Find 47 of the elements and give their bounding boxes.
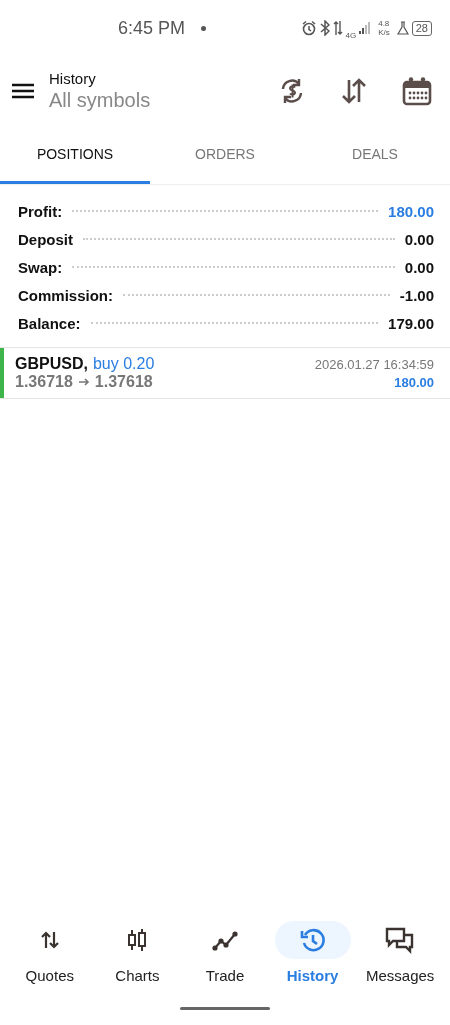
status-time: 6:45 PM <box>118 17 186 39</box>
summary-label: Deposit <box>18 230 73 248</box>
nav-item[interactable]: Charts <box>93 915 182 991</box>
open-price: 1.36718 <box>15 373 73 391</box>
summary-value: 0.00 <box>404 258 434 276</box>
candlestick-icon <box>126 928 149 952</box>
line-chart-icon <box>212 929 238 951</box>
speed-value: 4.8 <box>378 19 390 28</box>
arrow-icon <box>77 376 90 388</box>
position-row[interactable]: GBPUSD, buy 0.20 1.36718 1.37618 2026.01.27 16:34:59 180.00 <box>0 348 450 399</box>
position-side: buy 0.20 <box>92 355 155 373</box>
tab[interactable]: ORDERS <box>150 126 300 184</box>
nav-item[interactable]: Quotes <box>6 915 94 991</box>
symbol-filter[interactable]: All symbols <box>49 89 244 112</box>
summary-label: Swap: <box>18 258 63 276</box>
nav-item[interactable]: Messages <box>356 915 444 991</box>
bluetooth-icon <box>319 20 330 36</box>
tab[interactable]: POSITIONS <box>0 126 150 184</box>
position-symbol: GBPUSD, <box>15 355 88 373</box>
network-label: 4G <box>345 30 357 40</box>
position-time: 2026.01.27 16:34:59 <box>314 356 434 372</box>
flask-icon <box>396 21 409 35</box>
alarm-icon <box>300 20 317 36</box>
nav-item[interactable]: History <box>268 915 357 991</box>
notification-dot-icon <box>201 25 207 31</box>
close-price: 1.37618 <box>94 373 153 391</box>
history-icon <box>299 927 326 953</box>
home-indicator[interactable] <box>180 1006 270 1010</box>
summary-label: Profit: <box>18 202 63 220</box>
tab[interactable]: DEALS <box>300 126 450 184</box>
screen-title: History <box>49 70 97 87</box>
chat-bubbles-icon <box>385 926 416 954</box>
nav-item[interactable]: Trade <box>181 915 269 991</box>
data-arrows-icon <box>332 20 343 36</box>
summary-value: 0.00 <box>404 230 434 248</box>
battery-indicator: 28 <box>411 20 432 36</box>
summary-label: Commission: <box>18 286 113 304</box>
menu-button[interactable] <box>12 83 34 99</box>
summary-label: Balance: <box>18 314 81 332</box>
signal-icon <box>359 21 372 35</box>
summary-value: -1.00 <box>399 286 434 304</box>
calendar-icon[interactable] <box>402 76 432 106</box>
summary-value: 179.00 <box>388 314 434 332</box>
summary-value: 180.00 <box>388 202 434 220</box>
sort-icon[interactable] <box>340 77 368 105</box>
speed-unit: K/s <box>378 28 390 37</box>
position-profit: 180.00 <box>394 374 434 390</box>
